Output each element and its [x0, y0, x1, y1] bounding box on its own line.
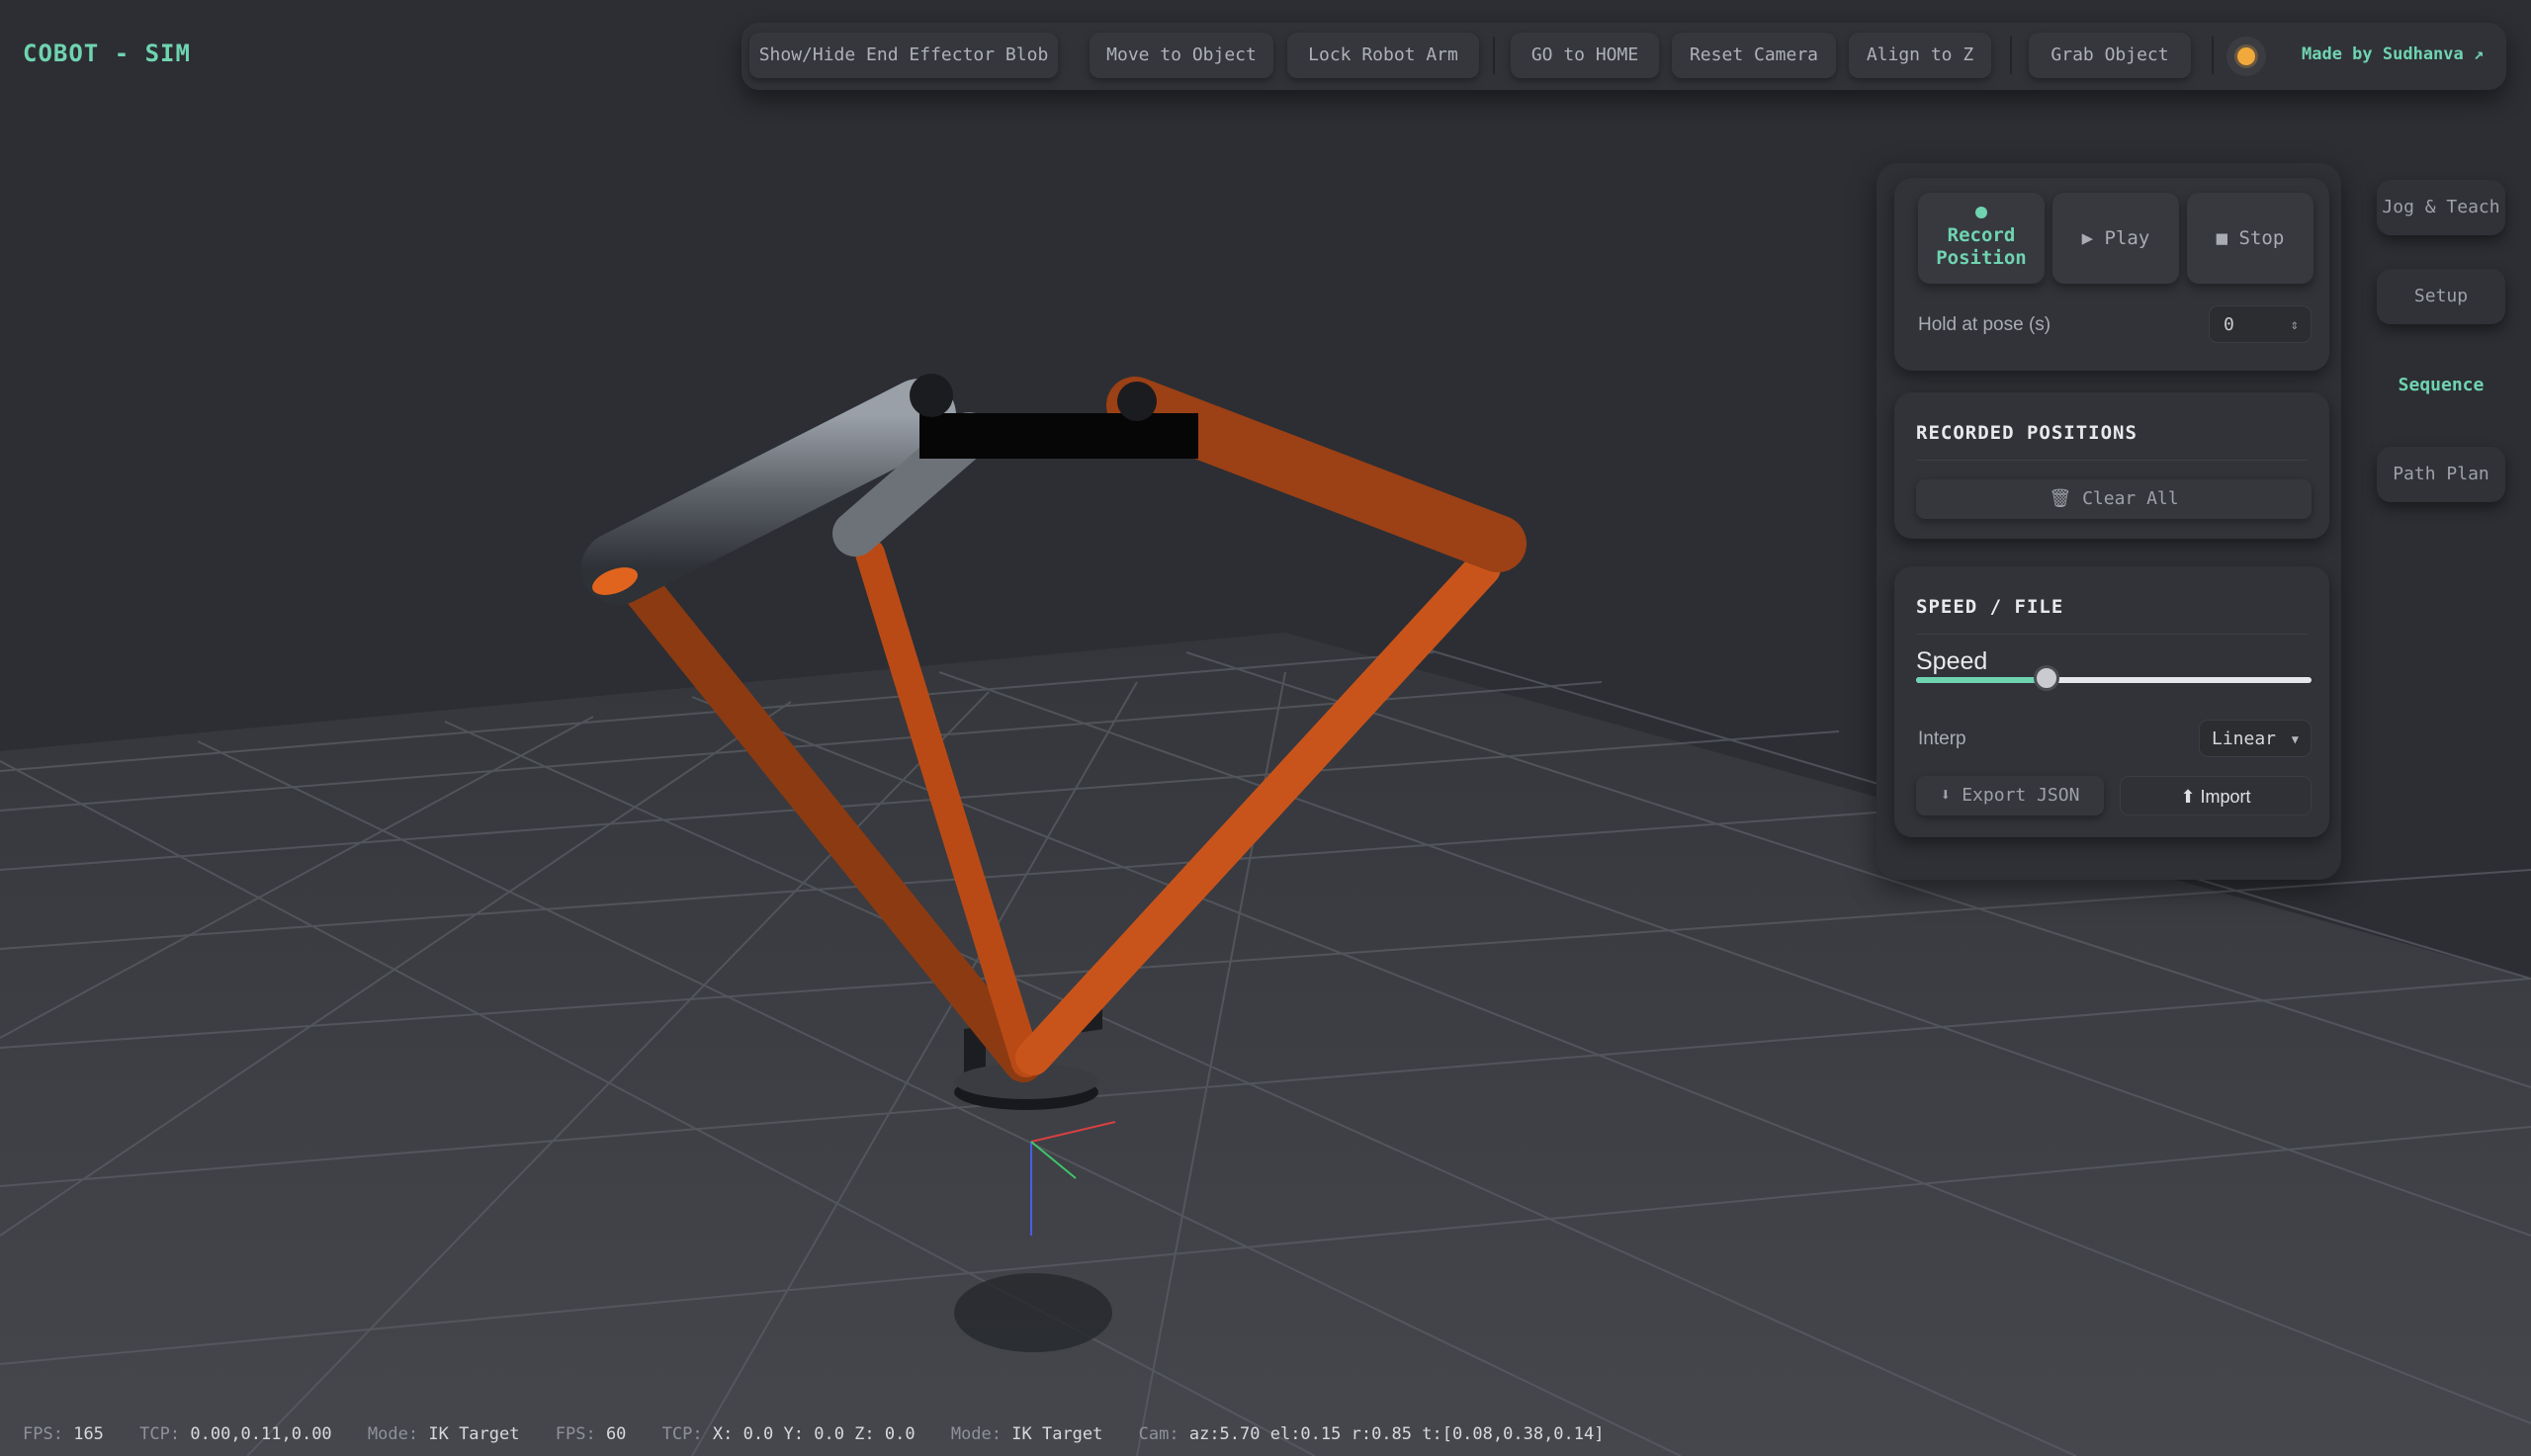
clear-all-button[interactable]: 🗑 Clear All [1916, 479, 2312, 519]
record-position-button[interactable]: Record Position [1918, 193, 2045, 284]
speed-slider-fill [1916, 677, 2047, 683]
fps-value: 165 [73, 1424, 104, 1444]
align-to-z-button[interactable]: Align to Z [1849, 33, 1991, 78]
mode-label: Mode: [367, 1424, 419, 1444]
camera-label: Cam: [1138, 1424, 1179, 1444]
record-position-label: Record Position [1936, 224, 2027, 270]
tcp-label: TCP: [139, 1424, 181, 1444]
top-toolbar: Show/Hide End Effector Blob Move to Obje… [742, 23, 2506, 90]
joint-top-left [910, 374, 953, 417]
top-platform [919, 413, 1198, 459]
grab-object-button[interactable]: Grab Object [2029, 33, 2191, 78]
export-json-button[interactable]: ⬇ Export JSON [1916, 776, 2104, 815]
tab-path-plan[interactable]: Path Plan [2377, 447, 2505, 502]
card-divider [1916, 460, 2308, 461]
tcp-xyz-value: X: 0.0 Y: 0.0 Z: 0.0 [712, 1424, 916, 1444]
go-home-button[interactable]: GO to HOME [1511, 33, 1659, 78]
interp-label: Interp [1918, 728, 1966, 749]
toolbar-divider [2010, 37, 2012, 74]
lock-robot-arm-button[interactable]: Lock Robot Arm [1287, 33, 1479, 78]
hold-duration-value: 0 [2224, 314, 2234, 335]
joint-top-right [1117, 382, 1157, 421]
import-button[interactable]: ⬆ Import [2120, 776, 2312, 815]
interp-select[interactable]: Linear ▼ [2199, 720, 2312, 757]
toolbar-divider [2212, 37, 2214, 74]
tcp-label: TCP: [661, 1424, 703, 1444]
mode-value: IK Target [1011, 1424, 1103, 1444]
mode-label: Mode: [950, 1424, 1003, 1444]
speed-label: Speed [1916, 647, 1988, 675]
stepper-icon[interactable]: ⇕ [2291, 306, 2299, 344]
camera-value: az:5.70 el:0.15 r:0.85 t:[0.08,0.38,0.14… [1188, 1424, 1605, 1444]
tab-sequence[interactable]: Sequence [2377, 358, 2505, 413]
tab-jog-teach[interactable]: Jog & Teach [2377, 180, 2505, 235]
tab-setup[interactable]: Setup [2377, 269, 2505, 324]
tcp-value: 0.00,0.11,0.00 [190, 1424, 332, 1444]
fps-label: FPS: [23, 1424, 63, 1444]
playback-card: Record Position ▶ Play ■ Stop Hold at po… [1894, 178, 2329, 371]
speed-slider[interactable] [1916, 665, 2312, 691]
record-label-line1: Record [1947, 224, 2016, 246]
record-label-line2: Position [1936, 247, 2027, 269]
theme-toggle-button[interactable] [2226, 37, 2266, 76]
interp-select-value: Linear [2212, 728, 2277, 749]
app-title: COBOT - SIM [23, 40, 191, 67]
sequence-panel: Record Position ▶ Play ■ Stop Hold at po… [1876, 163, 2341, 880]
record-dot-icon [1975, 207, 1987, 218]
stop-button[interactable]: ■ Stop [2187, 193, 2313, 284]
play-button[interactable]: ▶ Play [2052, 193, 2179, 284]
recorded-positions-card: RECORDED POSITIONS 🗑 Clear All [1894, 392, 2329, 539]
speed-file-heading: SPEED / FILE [1916, 596, 2064, 618]
author-link[interactable]: Made by Sudhanva ↗ [2302, 44, 2484, 64]
fps-label: FPS: [555, 1424, 596, 1444]
status-bar: FPS: 165 TCP: 0.00,0.11,0.00 Mode: IK Ta… [23, 1424, 1604, 1444]
toggle-end-effector-blob-button[interactable]: Show/Hide End Effector Blob [749, 33, 1058, 78]
card-divider [1916, 634, 2308, 635]
robot-shadow [954, 1273, 1112, 1352]
chevron-down-icon: ▼ [2291, 732, 2299, 746]
recorded-positions-heading: RECORDED POSITIONS [1916, 422, 2138, 444]
fps-value: 60 [605, 1424, 627, 1444]
move-to-object-button[interactable]: Move to Object [1090, 33, 1273, 78]
sun-icon [2237, 47, 2255, 65]
hold-duration-input[interactable]: 0 ⇕ [2209, 305, 2312, 343]
hold-at-pose-label: Hold at pose (s) [1918, 314, 2051, 335]
mode-value: IK Target [428, 1424, 520, 1444]
reset-camera-button[interactable]: Reset Camera [1672, 33, 1836, 78]
speed-file-card: SPEED / FILE Speed Interp Linear ▼ ⬇ Exp… [1894, 566, 2329, 837]
speed-slider-thumb[interactable] [2034, 665, 2059, 691]
toolbar-divider [1493, 37, 1495, 74]
